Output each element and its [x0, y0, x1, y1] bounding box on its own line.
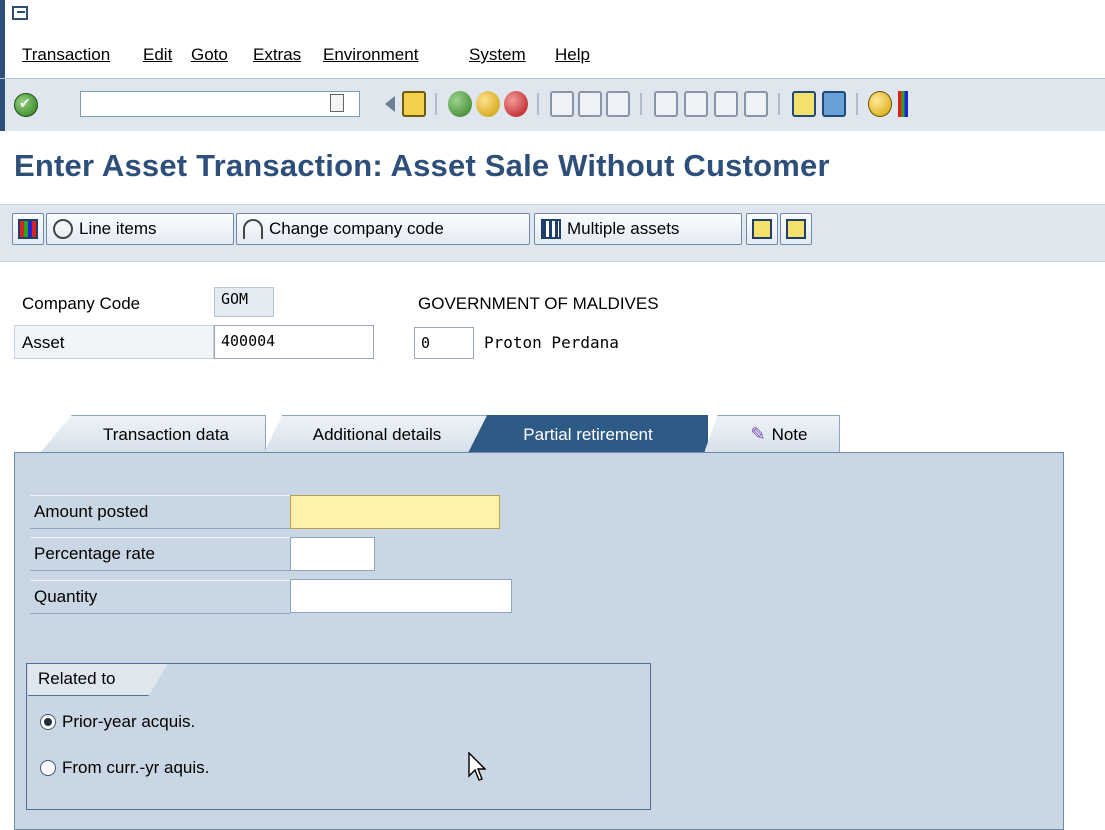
prior-year-radio-row[interactable]: Prior-year acquis.	[40, 712, 195, 732]
previous-item-button[interactable]	[746, 213, 778, 245]
layout-menu-icon[interactable]	[898, 91, 908, 117]
collapse-arrow-icon[interactable]	[385, 96, 395, 112]
asset-label: Asset	[22, 333, 65, 352]
change-company-code-button[interactable]: Change company code	[236, 213, 530, 245]
menu-extras[interactable]: Extras	[253, 45, 301, 65]
enter-icon[interactable]	[14, 93, 38, 117]
current-year-label: From curr.-yr aquis.	[62, 758, 210, 777]
company-name: GOVERNMENT OF MALDIVES	[418, 294, 659, 313]
percentage-rate-label: Percentage rate	[34, 544, 155, 563]
tab-partial-retirement[interactable]: Partial retirement	[468, 415, 708, 453]
company-code-field: GOM	[214, 287, 274, 317]
quantity-label-frame: Quantity	[30, 580, 290, 614]
amount-posted-label: Amount posted	[34, 502, 149, 521]
create-session-icon[interactable]	[792, 91, 816, 117]
company-code-icon	[243, 219, 263, 239]
last-page-icon[interactable]	[744, 91, 768, 117]
toolbar-separator	[435, 93, 437, 115]
line-items-label: Line items	[79, 219, 157, 238]
back-icon[interactable]	[448, 91, 472, 117]
exit-icon[interactable]	[476, 91, 500, 117]
quantity-field[interactable]	[290, 579, 512, 613]
window-accent-bar	[0, 0, 5, 78]
quantity-label: Quantity	[34, 587, 98, 606]
command-history-icon[interactable]	[330, 94, 344, 112]
tab-note[interactable]: ✎ Note	[704, 415, 840, 453]
save-icon[interactable]	[402, 91, 426, 117]
next-document-icon	[786, 219, 806, 239]
multiple-assets-icon	[541, 219, 561, 239]
asset-field[interactable]: 400004	[214, 325, 374, 359]
toolbar-accent-bar	[0, 79, 5, 131]
menu-system[interactable]: System	[469, 45, 526, 65]
overview-button[interactable]	[12, 213, 44, 245]
tab-note-label: Note	[771, 424, 808, 444]
prior-year-label: Prior-year acquis.	[62, 712, 196, 731]
toolbar-separator	[778, 93, 780, 115]
glasses-icon	[53, 219, 73, 239]
overview-icon	[18, 219, 38, 239]
toolbar-separator	[640, 93, 642, 115]
change-company-code-label: Change company code	[269, 219, 444, 238]
amount-posted-label-frame: Amount posted	[30, 495, 290, 529]
first-page-icon[interactable]	[654, 91, 678, 117]
page-title: Enter Asset Transaction: Asset Sale With…	[14, 148, 830, 183]
asset-description: Proton Perdana	[484, 333, 619, 352]
tab-partial-retirement-label: Partial retirement	[523, 424, 653, 444]
toolbar-separator	[856, 93, 858, 115]
current-year-radio[interactable]	[40, 760, 56, 776]
help-icon[interactable]	[868, 91, 892, 117]
amount-posted-field[interactable]	[290, 495, 500, 529]
related-to-group-title: Related to	[28, 664, 168, 696]
find-next-icon[interactable]	[606, 91, 630, 117]
multiple-assets-label: Multiple assets	[567, 219, 680, 238]
menu-transaction[interactable]: Transaction	[22, 45, 110, 65]
menu-help[interactable]: Help	[555, 45, 590, 65]
next-item-button[interactable]	[780, 213, 812, 245]
menu-environment[interactable]: Environment	[323, 45, 418, 65]
percentage-rate-field[interactable]	[290, 537, 375, 571]
percentage-rate-label-frame: Percentage rate	[30, 537, 290, 571]
standard-toolbar	[0, 78, 1105, 132]
previous-document-icon	[752, 219, 772, 239]
line-items-button[interactable]: Line items	[46, 213, 234, 245]
shortcut-icon[interactable]	[822, 91, 846, 117]
print-icon[interactable]	[550, 91, 574, 117]
toolbar-separator	[537, 93, 539, 115]
menu-goto[interactable]: Goto	[191, 45, 228, 65]
next-page-icon[interactable]	[714, 91, 738, 117]
prior-year-radio[interactable]	[40, 714, 56, 730]
application-toolbar: Line items Change company code Multiple …	[0, 204, 1105, 262]
command-field[interactable]	[80, 91, 360, 117]
pencil-icon: ✎	[750, 424, 766, 444]
previous-page-icon[interactable]	[684, 91, 708, 117]
current-year-radio-row[interactable]: From curr.-yr aquis.	[40, 758, 209, 778]
company-code-label: Company Code	[22, 294, 141, 313]
mouse-pointer-icon	[468, 752, 486, 781]
menu-edit[interactable]: Edit	[143, 45, 172, 65]
find-icon[interactable]	[578, 91, 602, 117]
cancel-icon[interactable]	[504, 91, 528, 117]
menu-bar: Transaction Edit Goto Extras Environment…	[0, 0, 1105, 78]
asset-subnumber-field[interactable]: 0	[414, 327, 474, 359]
tab-transaction-data-label: Transaction data	[103, 424, 229, 444]
tab-additional-details[interactable]: Additional details	[264, 415, 490, 453]
tab-additional-details-label: Additional details	[312, 424, 442, 444]
tab-transaction-data[interactable]: Transaction data	[40, 415, 266, 453]
system-menu-icon[interactable]	[12, 6, 28, 20]
multiple-assets-button[interactable]: Multiple assets	[534, 213, 742, 245]
